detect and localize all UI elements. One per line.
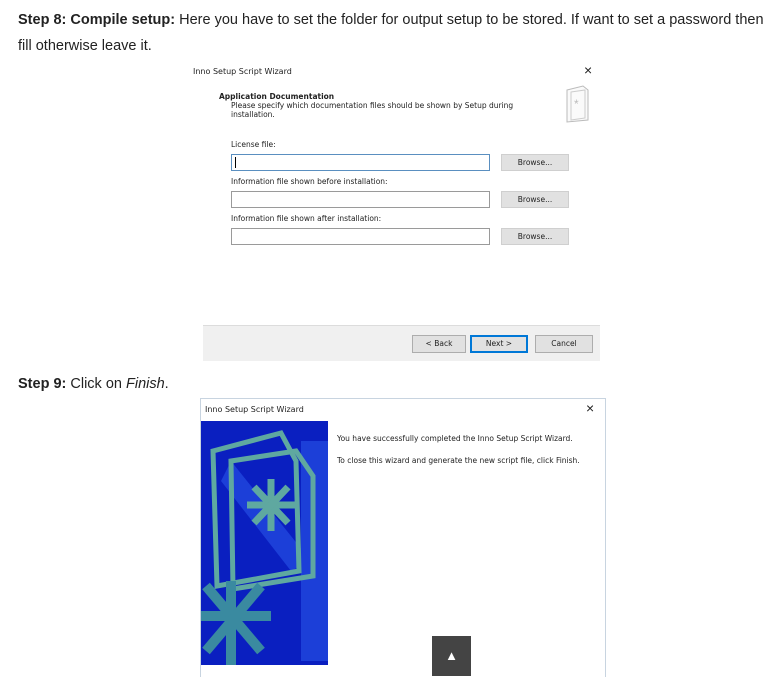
close-button[interactable]: ×	[586, 400, 594, 416]
dialog-title: Inno Setup Script Wizard	[205, 405, 304, 414]
close-button[interactable]: ×	[584, 62, 592, 78]
step9-text: Click on	[66, 376, 126, 392]
cancel-button[interactable]: Cancel	[535, 335, 593, 353]
step8-label: Step 8: Compile setup:	[18, 12, 176, 28]
success-message: You have successfully completed the Inno…	[337, 434, 573, 443]
wizard-banner-image	[201, 421, 328, 665]
text-cursor	[235, 157, 236, 168]
license-file-label: License file:	[231, 140, 276, 149]
license-file-input[interactable]	[231, 154, 490, 171]
svg-text:*: *	[574, 97, 579, 111]
page-heading: Application Documentation	[219, 92, 335, 101]
next-button[interactable]: Next >	[470, 335, 528, 353]
info-after-label: Information file shown after installatio…	[231, 214, 382, 223]
browse-info-after-button[interactable]: Browse...	[501, 228, 569, 245]
browse-license-button[interactable]: Browse...	[501, 154, 569, 171]
scroll-to-top-button[interactable]: ▲	[432, 636, 471, 676]
step9-paragraph: Step 9: Click on Finish.	[18, 371, 169, 397]
info-before-label: Information file shown before installati…	[231, 177, 388, 186]
period: .	[164, 376, 169, 392]
dialog-title: Inno Setup Script Wizard	[193, 67, 292, 76]
back-button[interactable]: < Back	[412, 335, 466, 353]
step8-paragraph: Step 8: Compile setup: Here you have to …	[18, 7, 767, 59]
documentation-icon: *	[566, 85, 589, 123]
info-after-input[interactable]	[231, 228, 490, 245]
finish-instructions: To close this wizard and generate the ne…	[337, 456, 580, 465]
browse-info-before-button[interactable]: Browse...	[501, 191, 569, 208]
info-before-input[interactable]	[231, 191, 490, 208]
finish-emphasis: Finish	[125, 376, 165, 392]
page-description: Please specify which documentation files…	[231, 101, 514, 119]
step9-label: Step 9:	[18, 376, 67, 392]
